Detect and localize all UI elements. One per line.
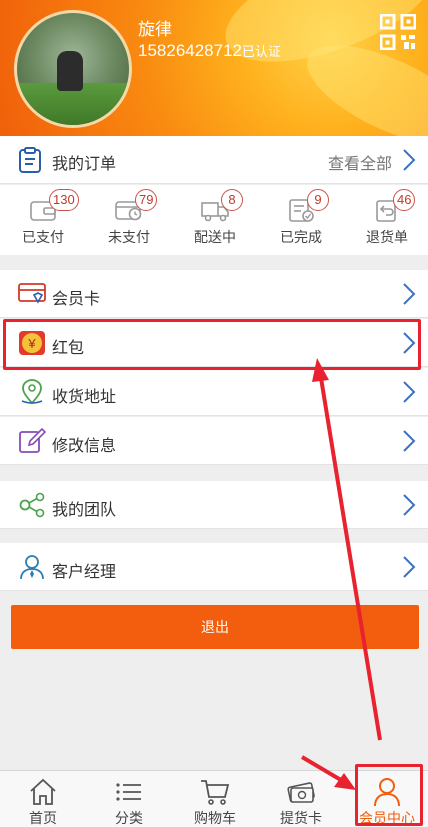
menu-item-label: 修改信息	[52, 438, 117, 455]
logout-button[interactable]: 退出	[11, 605, 419, 649]
order-list-icon	[19, 147, 41, 173]
count-badge: 79	[135, 189, 158, 211]
location-pin-icon	[21, 379, 43, 405]
chevron-right-icon	[403, 381, 416, 403]
user-icon	[374, 778, 400, 807]
count-badge: 46	[393, 189, 416, 211]
phone-value: 15826428712	[138, 41, 243, 60]
avatar[interactable]	[14, 10, 132, 128]
cart-icon	[201, 780, 230, 805]
red-envelope-yen-icon: ¥	[19, 331, 45, 355]
tab-category[interactable]: 分类	[86, 771, 172, 827]
menu-item-member-card[interactable]: 会员卡	[0, 270, 428, 318]
count-badge: 8	[221, 189, 243, 211]
chevron-right-icon	[403, 283, 416, 305]
count-badge: 9	[307, 189, 329, 211]
avatar-person	[57, 51, 83, 91]
home-icon	[30, 778, 56, 805]
order-status-label: 已支付	[22, 229, 64, 245]
qr-code-icon[interactable]	[380, 14, 416, 50]
menu-item-label: 收货地址	[52, 389, 117, 406]
order-status-label: 未支付	[108, 229, 150, 245]
tab-label: 分类	[115, 810, 143, 826]
chevron-right-icon	[403, 332, 416, 354]
tab-label: 提货卡	[280, 810, 322, 826]
tab-home[interactable]: 首页	[0, 771, 86, 827]
order-status-shipping[interactable]: 8 配送中	[172, 185, 258, 255]
tab-cart[interactable]: 购物车	[172, 771, 258, 827]
menu-item-red-envelope[interactable]: ¥ 红包	[0, 319, 428, 367]
menu-item-label: 红包	[52, 340, 85, 357]
order-status-unpaid[interactable]: 79 未支付	[86, 185, 172, 255]
order-status-completed[interactable]: 9 已完成	[258, 185, 344, 255]
chevron-right-icon	[403, 430, 416, 452]
profile-header: 旋律 15826428712已认证	[0, 0, 428, 136]
list-icon	[116, 783, 141, 801]
my-orders-label: 我的订单	[52, 156, 117, 173]
order-status-label: 已完成	[280, 229, 322, 245]
tab-member-center[interactable]: 会员中心	[344, 771, 428, 827]
view-all-orders-link[interactable]: 查看全部	[328, 150, 392, 174]
tab-pickup-card[interactable]: 提货卡	[258, 771, 344, 827]
menu-item-account-manager[interactable]: 客户经理	[0, 543, 428, 591]
chevron-right-icon	[403, 149, 416, 171]
member-card-icon	[18, 283, 46, 304]
my-orders-row[interactable]: 我的订单 查看全部	[0, 136, 428, 184]
chevron-right-icon	[403, 556, 416, 578]
menu-item-label: 客户经理	[52, 564, 117, 581]
order-status-paid[interactable]: 130 已支付	[0, 185, 86, 255]
username: 旋律	[138, 20, 172, 39]
manager-icon	[20, 555, 44, 580]
pickup-card-icon	[287, 782, 315, 803]
yen-glyph: ¥	[27, 336, 36, 351]
tab-label: 购物车	[194, 810, 236, 826]
menu-item-my-team[interactable]: 我的团队	[0, 481, 428, 529]
team-share-icon	[19, 492, 45, 518]
order-status-label: 退货单	[366, 229, 408, 245]
menu-item-label: 我的团队	[52, 502, 117, 519]
verified-label: 已认证	[242, 44, 282, 59]
count-badge: 130	[49, 189, 79, 211]
bottom-tab-bar: 首页 分类 购物车 提货卡 会员中心	[0, 770, 428, 827]
order-status-returns[interactable]: 46 退货单	[344, 185, 428, 255]
menu-item-address[interactable]: 收货地址	[0, 368, 428, 416]
menu-item-edit-info[interactable]: 修改信息	[0, 417, 428, 465]
menu-item-label: 会员卡	[52, 291, 101, 308]
tab-label: 首页	[29, 810, 57, 826]
order-status-label: 配送中	[194, 229, 236, 245]
chevron-right-icon	[403, 494, 416, 516]
edit-icon	[19, 428, 46, 453]
phone-number: 15826428712已认证	[138, 41, 281, 61]
tab-label: 会员中心	[359, 810, 415, 826]
order-status-bar: 130 已支付 79 未支付 8 配送中 9 已完成 46 退货单	[0, 185, 428, 255]
